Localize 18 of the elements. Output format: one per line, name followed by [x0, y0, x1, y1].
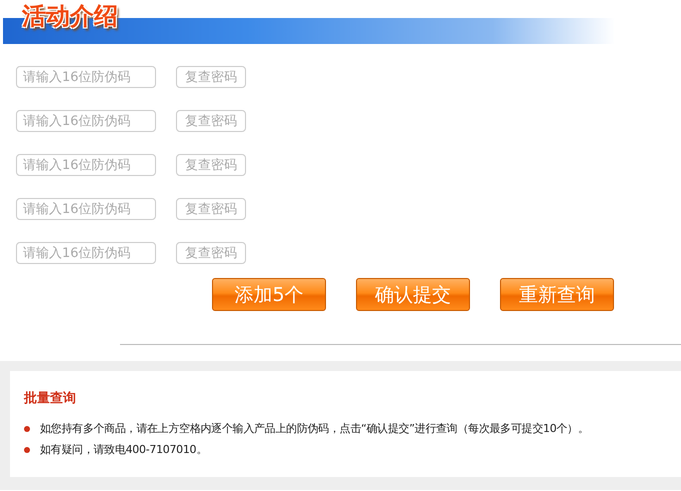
- bullet-icon: [24, 426, 30, 432]
- code-input-field[interactable]: 请输入16位防伪码: [16, 198, 156, 220]
- notice-text: 如您持有多个商品，请在上方空格内逐个输入产品上的防伪码，点击“确认提交”进行查询（每次最多可提交10个）。: [40, 421, 588, 436]
- action-button[interactable]: 确认提交: [356, 278, 470, 311]
- recheck-button[interactable]: 复查密码: [176, 198, 246, 220]
- recheck-button[interactable]: 复查密码: [176, 110, 246, 132]
- recheck-button[interactable]: 复查密码: [176, 242, 246, 264]
- code-input-field[interactable]: 请输入16位防伪码: [16, 242, 156, 264]
- code-input-field[interactable]: 请输入16位防伪码: [16, 110, 156, 132]
- action-button[interactable]: 重新查询: [500, 278, 614, 311]
- code-input-field[interactable]: 请输入16位防伪码: [16, 154, 156, 176]
- notice-text: 如有疑问，请致电400-7107010。: [40, 442, 207, 457]
- action-button[interactable]: 添加5个: [212, 278, 326, 311]
- code-input-field[interactable]: 请输入16位防伪码: [16, 66, 156, 88]
- recheck-button[interactable]: 复查密码: [176, 66, 246, 88]
- bullet-icon: [24, 446, 30, 452]
- recheck-button[interactable]: 复查密码: [176, 154, 246, 176]
- notice-title: 批量查询: [24, 390, 76, 407]
